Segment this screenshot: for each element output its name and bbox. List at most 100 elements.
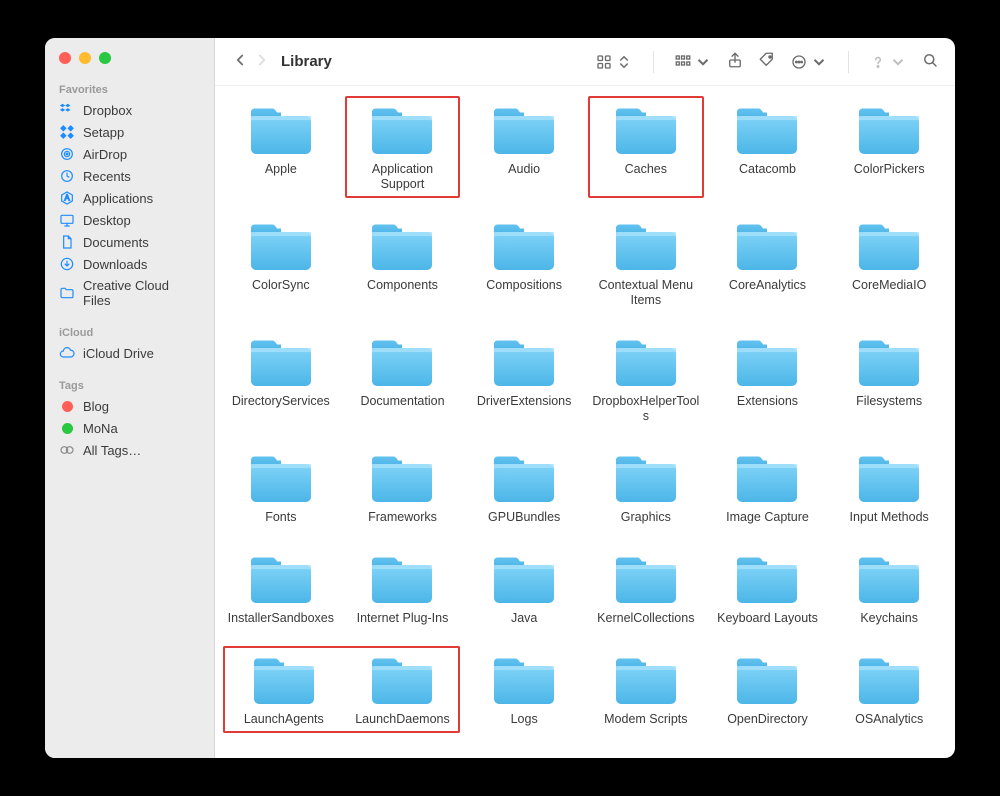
folder-icon [731,102,803,158]
folder-icon [610,102,682,158]
sidebar-item-desktop[interactable]: Desktop [45,209,214,231]
folder-item[interactable]: Extensions [710,328,826,430]
folder-icon [366,450,438,506]
folder-label: Filesystems [856,394,922,409]
tags-button[interactable] [758,51,776,72]
folder-icon [731,652,803,708]
setapp-icon [59,124,75,140]
folder-item[interactable]: DropboxHelperTools [588,328,704,430]
folder-item[interactable]: Application Support [345,96,461,198]
search-button[interactable] [921,51,939,72]
sidebar-item-downloads[interactable]: Downloads [45,253,214,275]
folder-item[interactable]: Documentation [345,328,461,430]
folder-item[interactable]: Graphics [588,444,704,531]
folder-label: Caches [625,162,667,177]
folder-item[interactable]: Catacomb [710,96,826,198]
folder-item[interactable]: LaunchDaemons [345,646,461,733]
desktop-icon [59,212,75,228]
zoom-window-button[interactable] [99,52,111,64]
sidebar-item-airdrop[interactable]: AirDrop [45,143,214,165]
folder-item[interactable]: DirectoryServices [223,328,339,430]
group-by-selector[interactable] [674,53,712,71]
folder-icon [610,652,682,708]
folder-label: DriverExtensions [477,394,571,409]
folder-item[interactable]: Components [345,212,461,314]
sidebar-item-documents[interactable]: Documents [45,231,214,253]
folder-label: Internet Plug-Ins [357,611,449,626]
sidebar-item-creative-cloud-files[interactable]: Creative Cloud Files [45,275,214,311]
folder-item[interactable]: Compositions [466,212,582,314]
back-button[interactable] [231,51,249,72]
window-controls [45,48,214,78]
folder-item[interactable]: CoreMediaIO [831,212,947,314]
folder-item[interactable]: GPUBundles [466,444,582,531]
icloud-icon [59,345,75,361]
folder-label: Documentation [360,394,444,409]
folder-item[interactable]: Java [466,545,582,632]
sidebar-section-title: Favorites [45,78,214,99]
folder-item[interactable]: InstallerSandboxes [223,545,339,632]
folder-icon [853,652,925,708]
action-menu-button[interactable] [790,53,828,71]
folder-item[interactable]: LaunchAgents [223,646,345,733]
svg-text:A: A [64,194,70,203]
folder-item[interactable]: Audio [466,96,582,198]
sidebar-item-blog[interactable]: Blog [45,395,214,417]
folder-label: OpenDirectory [727,712,808,727]
doc-icon [59,234,75,250]
sidebar: Favorites Dropbox Setapp AirDrop RecentsAApp… [45,38,215,758]
folder-item[interactable]: Keyboard Layouts [710,545,826,632]
minimize-window-button[interactable] [79,52,91,64]
folder-item[interactable]: KernelCollections [588,545,704,632]
folder-item[interactable]: Apple [223,96,339,198]
folder-item[interactable]: Filesystems [831,328,947,430]
folder-item[interactable]: OSAnalytics [831,646,947,733]
folder-content[interactable]: Apple Application Support Audio [215,86,955,758]
sidebar-item-label: Downloads [83,257,147,272]
sidebar-item-label: Desktop [83,213,131,228]
folder-label: DropboxHelperTools [592,394,700,424]
folder-item[interactable]: Frameworks [345,444,461,531]
sidebar-item-all-tags-[interactable]: All Tags… [45,439,214,461]
sidebar-item-label: iCloud Drive [83,346,154,361]
folder-item[interactable]: CoreAnalytics [710,212,826,314]
tag-dot-icon [59,420,75,436]
folder-icon [488,334,560,390]
folder-item[interactable]: ColorSync [223,212,339,314]
folder-item[interactable]: OpenDirectory [710,646,826,733]
view-mode-selector[interactable] [595,53,633,71]
sidebar-item-label: Creative Cloud Files [83,278,200,308]
folder-icon [366,218,438,274]
folder-label: LaunchDaemons [355,712,450,727]
sidebar-item-recents[interactable]: Recents [45,165,214,187]
sidebar-item-icloud-drive[interactable]: iCloud Drive [45,342,214,364]
folder-item[interactable]: Keychains [831,545,947,632]
folder-item[interactable]: Fonts [223,444,339,531]
sidebar-item-setapp[interactable]: Setapp [45,121,214,143]
sidebar-item-label: AirDrop [83,147,127,162]
folder-item[interactable]: Input Methods [831,444,947,531]
folder-item[interactable]: Modem Scripts [588,646,704,733]
folder-item[interactable]: Caches [588,96,704,198]
share-button[interactable] [726,51,744,72]
close-window-button[interactable] [59,52,71,64]
finder-window: FavoritesDropboxSetappAirDropRecentsAApp… [45,38,955,758]
sidebar-item-dropbox[interactable]: Dropbox [45,99,214,121]
folder-item[interactable]: DriverExtensions [466,328,582,430]
download-icon [59,256,75,272]
folder-item[interactable]: Internet Plug-Ins [345,545,461,632]
folder-label: GPUBundles [488,510,560,525]
dropbox-icon [59,102,75,118]
sidebar-item-applications[interactable]: AApplications [45,187,214,209]
folder-item[interactable]: Image Capture [710,444,826,531]
folder-item[interactable]: ColorPickers [831,96,947,198]
folder-icon [488,551,560,607]
sidebar-item-label: Dropbox [83,103,132,118]
help-button[interactable] [869,53,907,71]
sidebar-item-label: Setapp [83,125,124,140]
folder-item[interactable]: Logs [466,646,582,733]
folder-item[interactable]: Contextual Menu Items [588,212,704,314]
sidebar-item-mona[interactable]: MoNa [45,417,214,439]
folder-icon [245,551,317,607]
forward-button[interactable] [253,51,271,72]
